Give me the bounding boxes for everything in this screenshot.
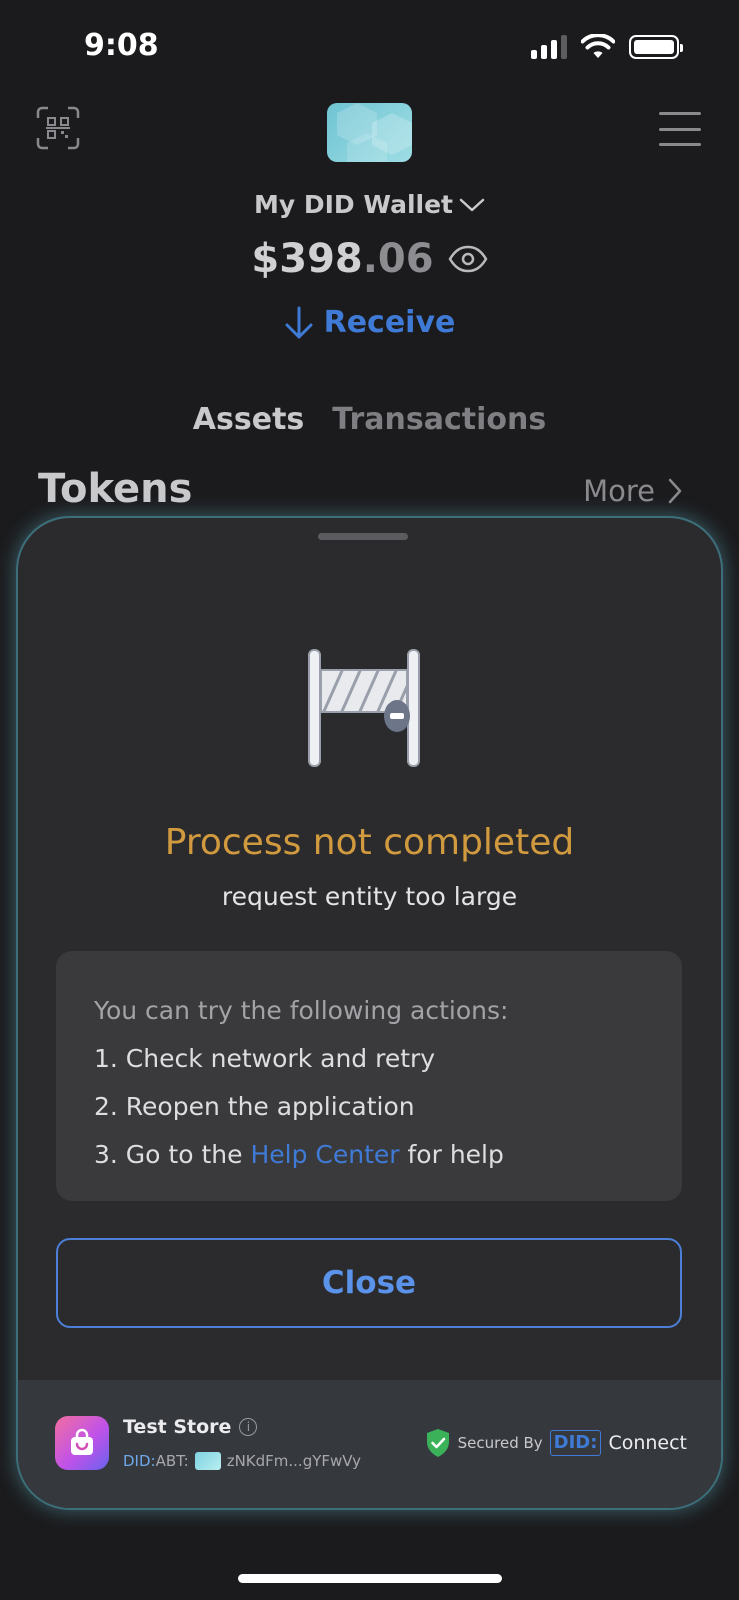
chevron-down-icon: [459, 198, 485, 211]
cellular-signal-icon: [531, 35, 567, 59]
wallet-name: My DID Wallet: [254, 190, 453, 219]
shield-check-icon: [426, 1429, 449, 1457]
secured-by-label: Secured By: [457, 1434, 543, 1452]
status-time: 9:08: [84, 28, 159, 63]
scan-icon[interactable]: [36, 106, 80, 150]
action-item: 2. Reopen the application: [94, 1092, 415, 1121]
action-item: 1. Check network and retry: [94, 1044, 436, 1073]
tokens-more-link[interactable]: More: [583, 474, 683, 508]
barrier-icon: [308, 649, 420, 767]
tokens-section-title: Tokens: [38, 466, 193, 512]
wallet-avatar-pattern: [337, 103, 412, 162]
shopping-bag-icon: [71, 1428, 93, 1455]
hamburger-menu-icon[interactable]: [659, 112, 701, 146]
did-avatar: [194, 1452, 221, 1470]
receive-label: Receive: [323, 305, 456, 340]
close-button[interactable]: Close: [56, 1238, 682, 1328]
info-icon[interactable]: i: [239, 1418, 258, 1436]
store-name: Test Store: [123, 1416, 232, 1438]
action-item: 3. Go to the Help Center for help: [94, 1131, 644, 1179]
arrow-down-icon: [285, 306, 313, 338]
tab-bar: Assets Transactions: [0, 402, 739, 437]
battery-icon: [629, 35, 683, 59]
eye-icon[interactable]: [448, 245, 488, 273]
error-bottom-sheet: Process not completed request entity too…: [18, 518, 721, 1508]
tab-transactions[interactable]: Transactions: [332, 402, 546, 437]
store-name-row: Test Store i: [123, 1416, 258, 1438]
action-3-suffix: for help: [407, 1140, 504, 1169]
dapp-info-footer: Test Store i DID:ABT: zNKdFm...gYFwVy Se…: [18, 1380, 721, 1508]
secured-by-did-connect: Secured By DID: Connect: [425, 1428, 687, 1458]
did-address: zNKdFm...gYFwVy: [226, 1452, 362, 1470]
store-did: DID:ABT: zNKdFm...gYFwVy: [123, 1452, 361, 1470]
did-label: DID:ABT:: [123, 1452, 189, 1470]
receive-button[interactable]: Receive: [0, 305, 739, 340]
wallet-avatar[interactable]: [327, 103, 412, 162]
balance-main: $398: [251, 236, 363, 282]
balance-cents: .06: [362, 236, 434, 282]
connect-label: Connect: [608, 1432, 687, 1454]
error-subtitle: request entity too large: [221, 882, 518, 911]
wifi-icon: [581, 34, 615, 58]
store-logo: [55, 1416, 109, 1470]
balance-row: $398.06: [0, 236, 739, 282]
more-label: More: [583, 474, 655, 508]
suggested-actions-box: You can try the following actions: 1. Ch…: [56, 951, 682, 1201]
wallet-selector[interactable]: My DID Wallet: [0, 190, 739, 219]
home-indicator[interactable]: [238, 1574, 502, 1583]
error-title: Process not completed: [164, 822, 575, 863]
action-3-prefix: 3. Go to the: [94, 1140, 243, 1169]
drag-handle[interactable]: [318, 533, 408, 540]
did-connect-logo: DID:: [549, 1430, 602, 1456]
balance-amount: $398.06: [251, 236, 433, 282]
actions-intro: You can try the following actions:: [94, 996, 509, 1025]
status-icons: [531, 34, 683, 60]
chevron-right-icon: [668, 478, 682, 504]
help-center-link[interactable]: Help Center: [250, 1140, 399, 1169]
tab-assets[interactable]: Assets: [193, 402, 304, 437]
